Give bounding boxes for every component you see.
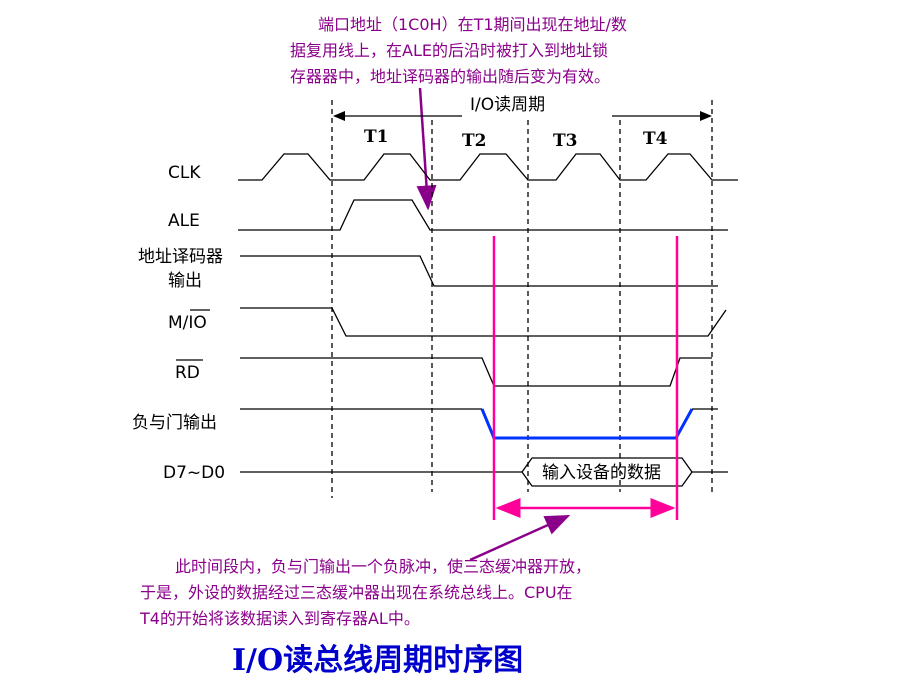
clk-waveform xyxy=(238,153,738,181)
addr-decoder-waveform xyxy=(240,255,718,287)
data-box-label: 输入设备的数据 xyxy=(542,463,661,483)
cycle-arrow-right-icon xyxy=(700,111,712,121)
t-state-t2: T2 xyxy=(462,131,486,151)
annotation-top-line-2: 据复用线上，在ALE的后沿时被打入到地址锁 xyxy=(290,41,608,60)
signal-label-clk: CLK xyxy=(168,163,201,183)
signal-label-ale: ALE xyxy=(168,211,200,231)
diagram-title: I/O读总线周期时序图 xyxy=(232,643,523,678)
annotation-bottom-line-1: 此时间段内，负与门输出一个负脉冲，使三态缓冲器开放， xyxy=(175,557,591,576)
mio-waveform xyxy=(240,307,727,337)
annotation-top-arrow xyxy=(416,87,437,211)
rd-waveform xyxy=(240,357,712,387)
annotation-bottom-line-3: T4的开始将该数据读入到寄存器AL中。 xyxy=(139,609,420,628)
t-state-t4: T4 xyxy=(643,129,668,149)
annotation-top-line-1: 端口地址（1C0H）在T1期间出现在地址/数 xyxy=(318,15,627,34)
signal-label-nand-out: 负与门输出 xyxy=(132,413,217,433)
signal-label-mio: M/IO xyxy=(168,313,207,333)
nand-out-pulse xyxy=(480,408,694,440)
t-state-t3: T3 xyxy=(553,131,577,151)
annotation-top-line-3: 存器器中，地址译码器的输出随后变为有效。 xyxy=(290,67,610,86)
cycle-label: I/O读周期 xyxy=(470,95,545,115)
annotation-bottom-arrow xyxy=(469,514,571,562)
signal-label-addr-decoder-1: 地址译码器 xyxy=(138,247,223,267)
annotation-bottom-line-2: 于是，外设的数据经过三态缓冲器出现在系统总线上。CPU在 xyxy=(140,583,573,602)
diagram-canvas: 端口地址（1C0H）在T1期间出现在地址/数 据复用线上，在ALE的后沿时被打入… xyxy=(0,0,905,695)
timing-diagram: 端口地址（1C0H）在T1期间出现在地址/数 据复用线上，在ALE的后沿时被打入… xyxy=(132,15,738,678)
ale-waveform xyxy=(238,199,728,231)
cycle-arrow-left-icon xyxy=(333,111,345,121)
signal-label-rd: RD xyxy=(175,363,200,383)
signal-label-data: D7~D0 xyxy=(163,463,225,483)
t-state-t1: T1 xyxy=(364,127,388,147)
signal-label-addr-decoder-2: 输出 xyxy=(168,271,202,291)
